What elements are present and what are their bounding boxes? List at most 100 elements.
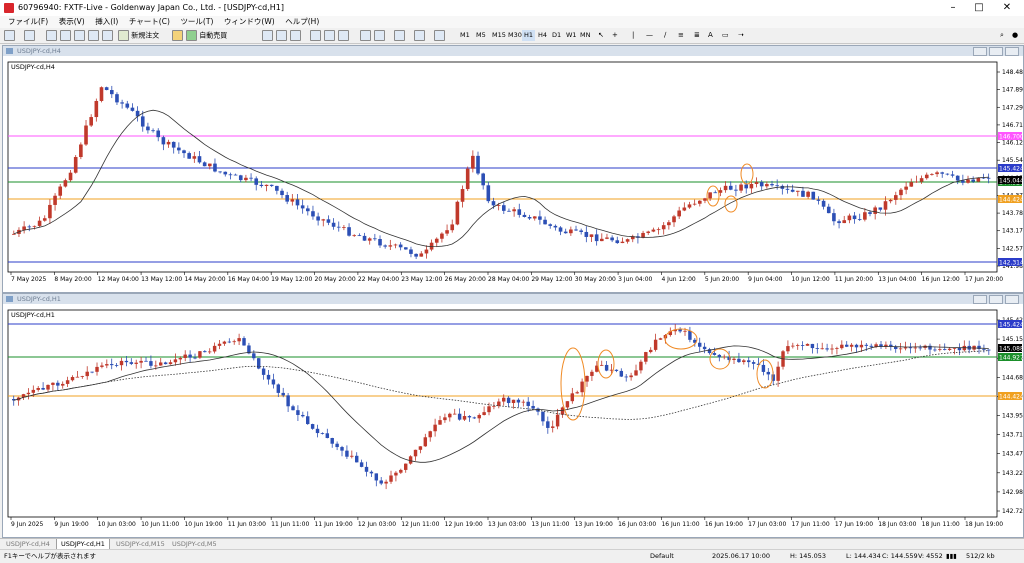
horizontal-line-icon[interactable]: — [646, 30, 653, 41]
bid-price-label: 145.088 [999, 346, 1023, 353]
candle-body [115, 94, 119, 103]
menu-window[interactable]: ウィンドウ(W) [224, 16, 275, 28]
market-watch-icon[interactable] [46, 30, 57, 41]
chart-minimize-button[interactable] [973, 295, 987, 304]
tf-h4[interactable]: H4 [536, 30, 549, 41]
chart-close-button[interactable] [1005, 295, 1019, 304]
chart-shift-icon[interactable] [374, 30, 385, 41]
candle-body [168, 362, 173, 365]
candle-body [579, 230, 583, 232]
tf-m5[interactable]: M5 [474, 30, 488, 41]
candle-body [68, 172, 73, 181]
menu-view[interactable]: 表示(V) [59, 16, 85, 28]
h1-price-chart[interactable]: USDJPY-cd,H1145.424145.155144.897144.680… [3, 304, 1023, 536]
menu-insert[interactable]: 挿入(I) [95, 16, 118, 28]
candle-body [445, 230, 449, 234]
candlestick-icon[interactable] [276, 30, 287, 41]
candle-body [37, 220, 42, 226]
candle-body [692, 203, 697, 205]
candle-body [538, 216, 542, 220]
candle-body [455, 201, 460, 225]
chart-restore-button[interactable] [989, 47, 1003, 56]
h4-price-chart[interactable]: USDJPY-cd,H4 148.480 147.895 147.295 146.710… [3, 56, 1023, 291]
time-label: 9 Jun 19:00 [54, 521, 88, 528]
data-window-icon[interactable] [60, 30, 71, 41]
candle-body [541, 411, 545, 422]
menu-file[interactable]: ファイル(F) [8, 16, 48, 28]
close-button[interactable]: ✕ [994, 1, 1020, 15]
candle-body [254, 178, 259, 185]
candle-body [320, 433, 325, 434]
text-icon[interactable]: A [708, 30, 713, 41]
periods-icon[interactable] [414, 30, 425, 41]
candle-body [619, 370, 624, 377]
candle-body [408, 456, 413, 464]
candle-body [357, 235, 362, 237]
arrows-icon[interactable]: ➝ [738, 30, 744, 41]
tile-windows-icon[interactable] [338, 30, 349, 41]
strategy-tester-icon[interactable] [102, 30, 113, 41]
menu-help[interactable]: ヘルプ(H) [285, 16, 319, 28]
new-order-button[interactable]: 新規注文 [118, 30, 159, 41]
label-icon[interactable]: ▭ [722, 30, 729, 41]
candle-body [698, 342, 702, 347]
candle-body [615, 240, 620, 244]
candle-body [129, 362, 134, 364]
chart-close-button[interactable] [1005, 47, 1019, 56]
crosshair-icon[interactable]: + [612, 30, 618, 41]
autoscroll-icon[interactable] [360, 30, 371, 41]
indicators-icon[interactable] [394, 30, 405, 41]
terminal-icon[interactable] [88, 30, 99, 41]
candle-body [717, 354, 722, 358]
time-label: 12 Jun 19:00 [445, 521, 483, 528]
tf-d1[interactable]: D1 [550, 30, 563, 41]
trendline-icon[interactable]: ∕ [664, 30, 666, 41]
tf-h1[interactable]: H1 [522, 30, 536, 41]
candle-body [32, 225, 37, 227]
candle-body [85, 371, 89, 377]
candle-body [624, 376, 628, 378]
time-label: 20 May 20:00 [315, 276, 356, 283]
search-icon[interactable]: ⌕ [1000, 30, 1004, 41]
candle-body [749, 183, 754, 189]
templates-icon[interactable] [434, 30, 445, 41]
tab-usdjpy-m5[interactable]: USDJPY-cd,M5 [168, 539, 221, 549]
tf-m1[interactable]: M1 [458, 30, 472, 41]
tf-mn[interactable]: MN [578, 30, 592, 41]
zoom-in-icon[interactable] [310, 30, 321, 41]
time-label: 11 Jun 03:00 [228, 521, 266, 528]
tab-usdjpy-m15[interactable]: USDJPY-cd,M15 [112, 539, 169, 549]
candle-body [290, 199, 295, 202]
new-chart-icon[interactable] [4, 30, 15, 41]
menu-chart[interactable]: チャート(C) [129, 16, 170, 28]
candle-body [359, 462, 364, 467]
candle-body [227, 341, 232, 343]
tab-usdjpy-h4[interactable]: USDJPY-cd,H4 [2, 539, 54, 549]
chart-minimize-button[interactable] [973, 47, 987, 56]
vertical-line-icon[interactable]: | [632, 30, 634, 41]
tf-w1[interactable]: W1 [564, 30, 579, 41]
profiles-icon[interactable] [24, 30, 35, 41]
channel-icon[interactable]: ≡ [678, 30, 684, 41]
chart-window-h1[interactable]: USDJPY-cd,H1 USDJPY-cd,H1 145.424 145.155 1… [2, 293, 1024, 538]
fibonacci-icon[interactable]: ≣ [694, 30, 700, 41]
candle-body [208, 163, 212, 167]
candle-body [110, 90, 114, 95]
metaeditor-icon[interactable] [172, 30, 183, 41]
line-chart-icon[interactable] [290, 30, 301, 41]
candle-body [362, 235, 367, 241]
bar-chart-icon[interactable] [262, 30, 273, 41]
time-label: 17 Jun 03:00 [748, 521, 786, 528]
menu-tools[interactable]: ツール(T) [180, 16, 213, 28]
candle-body [259, 184, 264, 187]
zoom-out-icon[interactable] [324, 30, 335, 41]
cursor-icon[interactable]: ↖ [598, 30, 604, 41]
maximize-button[interactable]: □ [966, 1, 992, 15]
chart-restore-button[interactable] [989, 295, 1003, 304]
navigator-icon[interactable] [74, 30, 85, 41]
minimize-button[interactable]: – [940, 1, 966, 15]
chart-window-h4[interactable]: USDJPY-cd,H4 USDJPY-cd,H4 148.480 147.895 1… [2, 45, 1024, 293]
price-label: 143.950 [1002, 413, 1023, 420]
auto-trade-button[interactable]: 自動売買 [186, 30, 227, 41]
community-icon[interactable]: ● [1012, 30, 1018, 41]
